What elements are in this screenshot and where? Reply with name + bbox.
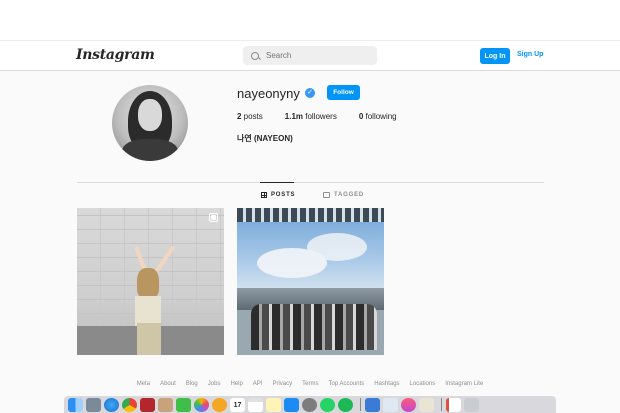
clock-icon[interactable] [212, 397, 227, 412]
following-stat[interactable]: 0 following [359, 112, 397, 121]
profile-username: nayeonyny [237, 86, 300, 101]
launchpad-icon[interactable] [86, 397, 101, 412]
footer-link[interactable]: Jobs [208, 381, 221, 387]
script-icon[interactable] [419, 397, 434, 412]
safari-icon[interactable] [104, 397, 119, 412]
dock-separator [441, 398, 442, 411]
login-button[interactable]: Log In [480, 48, 510, 64]
footer-link[interactable]: Terms [302, 381, 318, 387]
footer-link[interactable]: Instagram Lite [445, 381, 483, 387]
footer-link[interactable]: Blog [186, 381, 198, 387]
tab-tagged[interactable]: TAGGED [323, 192, 364, 198]
search-input[interactable] [266, 51, 366, 60]
verified-badge-icon: ✓ [305, 88, 315, 98]
search-icon [251, 51, 259, 60]
footer-link[interactable]: API [253, 381, 263, 387]
settings-icon[interactable] [302, 397, 317, 412]
contacts-icon[interactable] [158, 397, 173, 412]
macos-dock: 17 [64, 396, 556, 413]
pages-icon[interactable] [446, 397, 461, 412]
footer-link[interactable]: Hashtags [374, 381, 399, 387]
photos-icon[interactable] [194, 397, 209, 412]
reminders-icon[interactable] [266, 397, 281, 412]
multiple-photos-icon [209, 213, 218, 222]
profile-stats: 2 posts 1.1m followers 0 following [237, 112, 419, 121]
notes-icon[interactable] [248, 397, 263, 412]
spotify-icon[interactable] [338, 397, 353, 412]
preview-icon[interactable] [383, 397, 398, 412]
dock-separator [360, 398, 361, 411]
top-blank-area [0, 0, 620, 40]
follow-button[interactable]: Follow [327, 85, 360, 100]
facetime-icon[interactable] [176, 397, 191, 412]
followers-stat[interactable]: 1.1m followers [285, 112, 337, 121]
top-nav-bar: Instagram Log In Sign Up [0, 40, 620, 71]
footer-links: Meta About Blog Jobs Help API Privacy Te… [0, 381, 620, 387]
footer-link[interactable]: Meta [137, 381, 150, 387]
footer-link[interactable]: Help [230, 381, 242, 387]
itunes-icon[interactable] [401, 397, 416, 412]
profile-avatar[interactable] [112, 85, 188, 161]
post-thumbnail-1[interactable] [77, 208, 224, 355]
trash-icon[interactable] [464, 397, 479, 412]
tagged-icon [323, 192, 330, 198]
grid-icon [261, 192, 267, 198]
signup-link[interactable]: Sign Up [517, 51, 543, 58]
footer-link[interactable]: About [160, 381, 176, 387]
keynote-icon[interactable] [365, 397, 380, 412]
chrome-icon[interactable] [122, 397, 137, 412]
footer-link[interactable]: Top Accounts [328, 381, 364, 387]
tabs-divider [77, 182, 544, 183]
finder-icon[interactable] [68, 397, 83, 412]
footer-link[interactable]: Privacy [272, 381, 292, 387]
whatsapp-icon[interactable] [320, 397, 335, 412]
active-tab-indicator [260, 182, 294, 183]
appstore-icon[interactable] [284, 397, 299, 412]
posts-stat: 2 posts [237, 112, 263, 121]
tab-posts[interactable]: POSTS [261, 192, 295, 198]
search-box[interactable] [243, 46, 377, 65]
post-thumbnail-2[interactable] [237, 208, 384, 355]
photobooth-icon[interactable] [140, 397, 155, 412]
profile-full-name: 나연 (NAYEON) [237, 134, 293, 143]
calendar-icon[interactable]: 17 [230, 397, 245, 412]
instagram-logo[interactable]: Instagram [76, 47, 155, 63]
footer-link[interactable]: Locations [410, 381, 436, 387]
